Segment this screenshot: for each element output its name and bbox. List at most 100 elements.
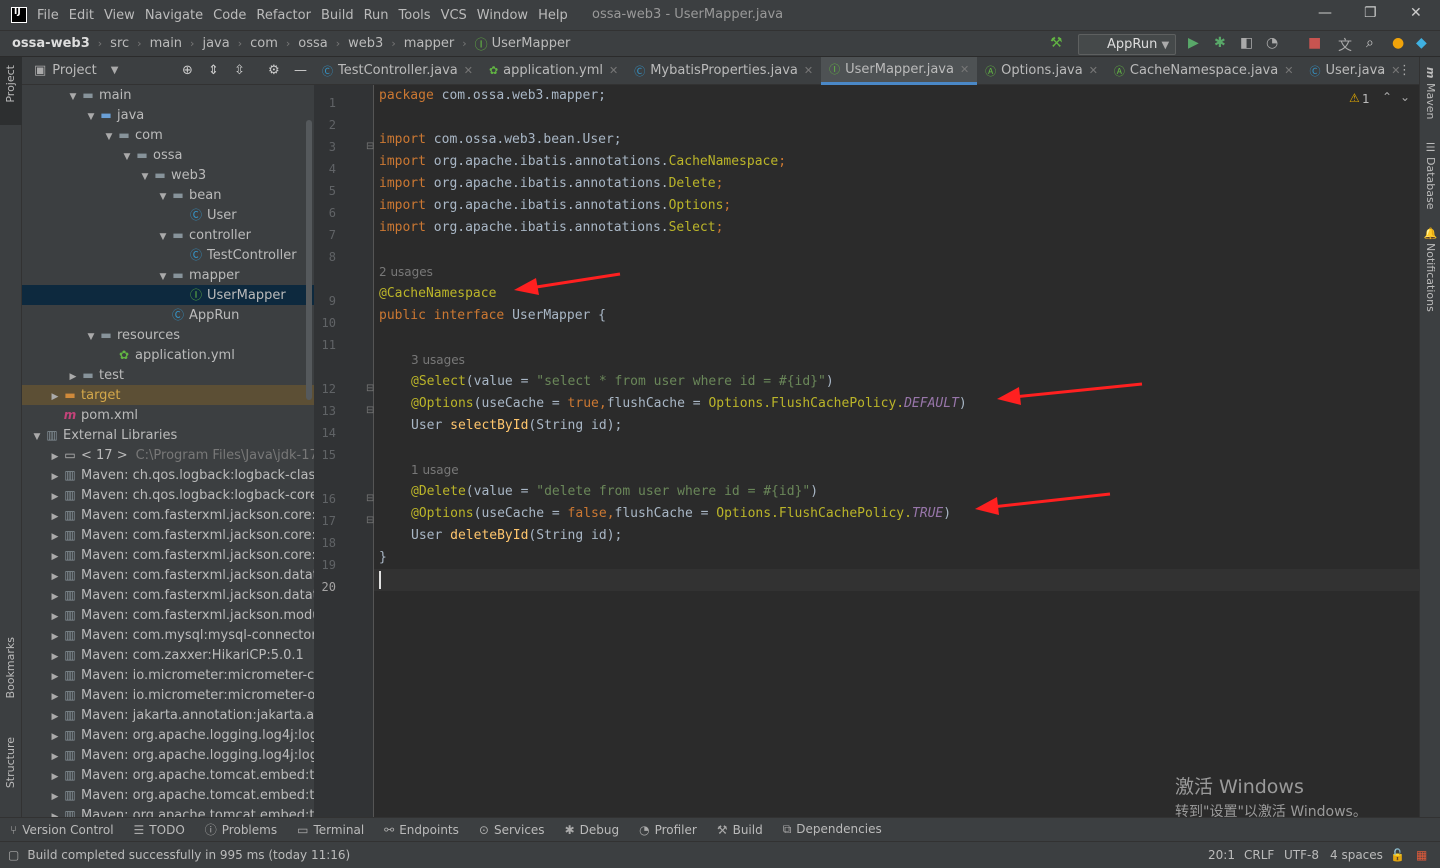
tree-item[interactable]: ▼ ▬ com <box>22 125 314 145</box>
editor-tab[interactable]: Ⓘ UserMapper.java ✕ <box>821 56 978 85</box>
menu-tools[interactable]: Tools <box>399 8 431 23</box>
tree-item[interactable]: ▶▭ < 17 > C:\Program Files\Java\jdk-17.0.5 <box>22 445 314 465</box>
menu-run[interactable]: Run <box>364 8 389 23</box>
locate-icon[interactable]: ⊕ <box>182 63 193 78</box>
tree-item[interactable]: ▶▥ Maven: com.fasterxml.jackson.core:jack… <box>22 505 314 525</box>
breadcrumb-project[interactable]: ossa-web3 <box>12 36 90 51</box>
tree-item[interactable]: ▶▥ Maven: com.fasterxml.jackson.datatype: <box>22 585 314 605</box>
chevron-right-icon[interactable]: ▶ <box>48 687 62 707</box>
editor-tab[interactable]: Ⓐ CacheNamespace.java ✕ <box>1106 57 1302 85</box>
tree-item[interactable]: ▶▥ Maven: com.fasterxml.jackson.core:jack… <box>22 525 314 545</box>
lock-icon[interactable]: 🔓 <box>1390 848 1405 862</box>
breadcrumb-com[interactable]: com <box>250 36 278 51</box>
tool-window-version-control[interactable]: ⑂ Version Control <box>10 823 114 837</box>
tree-item[interactable]: ▼ ▬ resources <box>22 325 314 345</box>
tool-window-dependencies[interactable]: ⧉ Dependencies <box>783 822 882 837</box>
tree-item[interactable]: Ⓘ UserMapper <box>22 285 314 305</box>
tree-item[interactable]: ▼ ▬ web3 <box>22 165 314 185</box>
chevron-right-icon[interactable]: ▶ <box>48 807 62 817</box>
tree-item[interactable]: ▼ ▬ java <box>22 105 314 125</box>
close-tab-icon[interactable]: ✕ <box>1284 64 1293 77</box>
chevron-down-icon[interactable]: ▼ <box>84 327 98 347</box>
chevron-right-icon[interactable]: ▶ <box>48 627 62 647</box>
menu-view[interactable]: View <box>104 8 135 23</box>
caret-position[interactable]: 20:1 <box>1208 848 1235 862</box>
tree-item[interactable]: ✿ application.yml <box>22 345 314 365</box>
tree-item[interactable]: ▶▥ Maven: org.apache.tomcat.embed:tomc <box>22 765 314 785</box>
chevron-right-icon[interactable]: ▶ <box>48 647 62 667</box>
toolbox-icon[interactable]: ◆ <box>1416 35 1427 51</box>
tree-item[interactable]: ▶ ▥ Maven: io.micrometer:micrometer-obse <box>22 685 314 705</box>
chevron-right-icon[interactable]: ▶ <box>48 707 62 727</box>
maven-icon[interactable]: m <box>1424 67 1437 78</box>
minimize-icon[interactable]: — <box>1318 5 1332 21</box>
menu-vcs[interactable]: VCS <box>441 8 467 23</box>
panel-toggle-icon[interactable]: ▢ <box>8 848 19 862</box>
tool-window-debug[interactable]: ✱ Debug <box>565 823 620 837</box>
tree-item[interactable]: ▼ ▬ controller <box>22 225 314 245</box>
chevron-right-icon[interactable]: ▶ <box>48 527 62 547</box>
menu-window[interactable]: Window <box>477 8 528 23</box>
tree-item[interactable]: Ⓒ User <box>22 205 314 225</box>
tree-item[interactable]: m pom.xml <box>22 405 314 425</box>
tree-item[interactable]: ▼ ▬ main <box>22 85 314 105</box>
collapse-all-icon[interactable]: ⇳ <box>234 63 245 78</box>
run-icon[interactable]: ▶ <box>1188 35 1199 51</box>
stop-icon[interactable]: ■ <box>1308 35 1321 51</box>
chevron-right-icon[interactable]: ▶ <box>48 567 62 587</box>
restore-icon[interactable]: ❐ <box>1364 5 1377 21</box>
tree-item[interactable]: Ⓒ TestController <box>22 245 314 265</box>
chevron-down-icon[interactable]: ▼ <box>102 127 116 147</box>
gear-icon[interactable]: ⚙ <box>268 63 280 78</box>
build-hammer-icon[interactable]: ⚒ <box>1050 35 1063 51</box>
editor-tab[interactable]: Ⓒ MybatisProperties.java ✕ <box>626 57 821 85</box>
chevron-right-icon[interactable]: ▶ <box>48 787 62 807</box>
menu-build[interactable]: Build <box>321 8 354 23</box>
menu-file[interactable]: File <box>37 8 59 23</box>
close-tab-icon[interactable]: ✕ <box>1089 64 1098 77</box>
tree-item[interactable]: ▶▥ Maven: io.micrometer:micrometer-comm <box>22 665 314 685</box>
close-icon[interactable]: ✕ <box>1410 5 1422 21</box>
intellij-logo-icon[interactable]: IJ <box>11 7 27 23</box>
update-icon[interactable]: ● <box>1392 35 1404 51</box>
chevron-right-icon[interactable]: ▶ <box>66 367 80 387</box>
tree-item[interactable]: ▶▥ Maven: org.apache.logging.log4j:log4j-… <box>22 725 314 745</box>
chevron-right-icon[interactable]: ▶ <box>48 587 62 607</box>
close-tab-icon[interactable]: ✕ <box>609 64 618 77</box>
breadcrumb-web3[interactable]: web3 <box>348 36 383 51</box>
tree-item[interactable]: ▶▥ Maven: ch.qos.logback:logback-core:1.4 <box>22 485 314 505</box>
hide-panel-icon[interactable]: — <box>294 63 307 78</box>
tree-item[interactable]: ▼ ▥ External Libraries <box>22 425 314 445</box>
translate-icon[interactable]: 文 <box>1338 35 1352 55</box>
close-tab-icon[interactable]: ✕ <box>464 64 473 77</box>
project-tool-label[interactable]: Project <box>4 65 17 103</box>
debug-icon[interactable]: ✱ <box>1214 35 1226 51</box>
chevron-right-icon[interactable]: ▶ <box>48 387 62 407</box>
chevron-down-icon[interactable]: ▼ <box>111 65 119 76</box>
tool-window-terminal[interactable]: ▭ Terminal <box>297 823 364 837</box>
menu-help[interactable]: Help <box>538 8 568 23</box>
tool-window-services[interactable]: ⊙ Services <box>479 823 545 837</box>
notifications-tool-label[interactable]: Notifications <box>1424 243 1437 312</box>
expand-all-icon[interactable]: ⇕ <box>208 63 219 78</box>
database-tool-label[interactable]: Database <box>1424 157 1437 210</box>
tree-item[interactable]: ▶ ▥ Maven: ch.qos.logback:logback-classic: <box>22 465 314 485</box>
more-options-icon[interactable]: ⋮ <box>1398 63 1411 78</box>
close-tab-icon[interactable]: ✕ <box>804 64 813 77</box>
tree-item[interactable]: ▶ ▥ Maven: com.zaxxer:HikariCP:5.0.1 <box>22 645 314 665</box>
breadcrumb-usermapper[interactable]: UserMapper <box>492 36 571 51</box>
chevron-down-icon[interactable]: ▼ <box>120 147 134 167</box>
breadcrumb-main[interactable]: main <box>150 36 182 51</box>
breadcrumb-java[interactable]: java <box>202 36 229 51</box>
coverage-icon[interactable]: ◧ <box>1240 35 1253 51</box>
editor-tab[interactable]: Ⓒ TestController.java ✕ <box>314 57 481 85</box>
bookmarks-tool-label[interactable]: Bookmarks <box>4 637 17 698</box>
project-view-title[interactable]: Project <box>52 63 96 78</box>
chevron-down-icon[interactable]: ▼ <box>84 107 98 127</box>
run-config-select[interactable]: AppRun ▼ <box>1078 34 1176 55</box>
editor-tab[interactable]: Ⓐ Options.java ✕ <box>977 57 1106 85</box>
tree-item[interactable]: ▼ ▬ ossa <box>22 145 314 165</box>
code-editor[interactable]: ⚠ 1 ⌃ ⌄ package com.ossa.web3.mapper; im… <box>374 85 1419 817</box>
chevron-down-icon[interactable]: ▼ <box>156 227 170 247</box>
tree-item[interactable]: ▶▥ Maven: com.fasterxml.jackson.datatype: <box>22 565 314 585</box>
